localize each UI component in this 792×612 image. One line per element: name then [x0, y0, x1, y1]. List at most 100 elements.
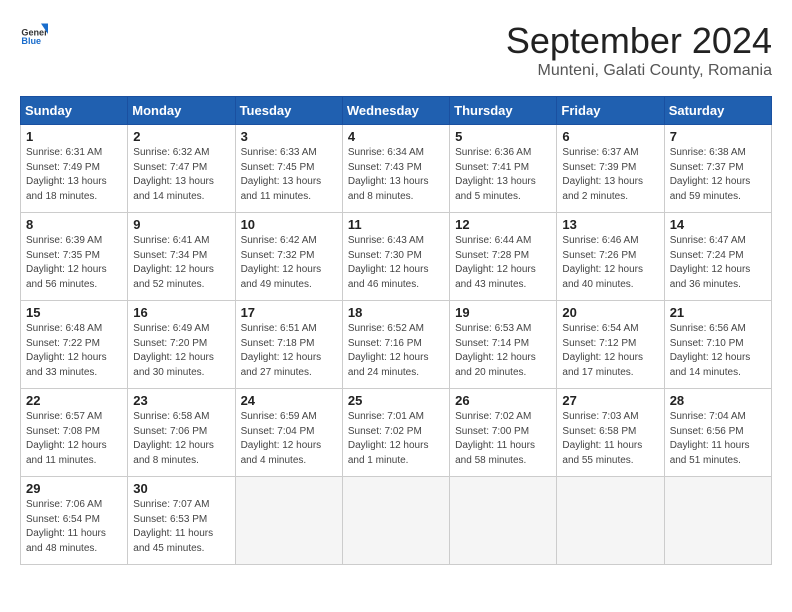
calendar-cell: 14 Sunrise: 6:47 AMSunset: 7:24 PMDayligh… [664, 213, 771, 301]
calendar-body: 1 Sunrise: 6:31 AMSunset: 7:49 PMDaylight… [21, 125, 772, 565]
day-info: Sunrise: 6:43 AMSunset: 7:30 PMDaylight:… [348, 234, 444, 292]
day-number: 27 [562, 393, 658, 408]
calendar-cell: 17 Sunrise: 6:51 AMSunset: 7:18 PMDayligh… [235, 301, 342, 389]
day-info: Sunrise: 6:44 AMSunset: 7:28 PMDaylight:… [455, 234, 551, 292]
day-number: 3 [241, 129, 337, 144]
calendar-header-row: SundayMondayTuesdayWednesdayThursdayFrid… [21, 97, 772, 125]
day-number: 12 [455, 217, 551, 232]
logo: General Blue [20, 20, 48, 48]
calendar-cell: 13 Sunrise: 6:46 AMSunset: 7:26 PMDayligh… [557, 213, 664, 301]
calendar-cell: 1 Sunrise: 6:31 AMSunset: 7:49 PMDaylight… [21, 125, 128, 213]
day-info: Sunrise: 6:34 AMSunset: 7:43 PMDaylight:… [348, 146, 444, 204]
day-number: 22 [26, 393, 122, 408]
day-number: 20 [562, 305, 658, 320]
day-number: 29 [26, 481, 122, 496]
calendar-cell: 22Sunrise: 6:57 AMSunset: 7:08 PMDayligh… [21, 389, 128, 477]
day-number: 25 [348, 393, 444, 408]
page-header: General Blue September 2024 Munteni, Gal… [20, 20, 772, 80]
calendar-cell: 3 Sunrise: 6:33 AMSunset: 7:45 PMDaylight… [235, 125, 342, 213]
day-info: Sunrise: 6:48 AMSunset: 7:22 PMDaylight:… [26, 322, 122, 380]
calendar-cell: 6 Sunrise: 6:37 AMSunset: 7:39 PMDaylight… [557, 125, 664, 213]
calendar-cell: 27 Sunrise: 7:03 AMSunset: 6:58 PMDayligh… [557, 389, 664, 477]
col-header-monday: Monday [128, 97, 235, 125]
calendar-cell: 30 Sunrise: 7:07 AMSunset: 6:53 PMDayligh… [128, 477, 235, 565]
day-info: Sunrise: 6:47 AMSunset: 7:24 PMDaylight:… [670, 234, 766, 292]
day-number: 8 [26, 217, 122, 232]
calendar-week-5: 29 Sunrise: 7:06 AMSunset: 6:54 PMDayligh… [21, 477, 772, 565]
calendar-week-1: 1 Sunrise: 6:31 AMSunset: 7:49 PMDaylight… [21, 125, 772, 213]
day-number: 16 [133, 305, 229, 320]
day-info: Sunrise: 6:36 AMSunset: 7:41 PMDaylight:… [455, 146, 551, 204]
day-number: 6 [562, 129, 658, 144]
day-number: 13 [562, 217, 658, 232]
day-info: Sunrise: 6:51 AMSunset: 7:18 PMDaylight:… [241, 322, 337, 380]
calendar-cell [664, 477, 771, 565]
col-header-sunday: Sunday [21, 97, 128, 125]
day-number: 21 [670, 305, 766, 320]
day-info: Sunrise: 6:46 AMSunset: 7:26 PMDaylight:… [562, 234, 658, 292]
day-info: Sunrise: 7:07 AMSunset: 6:53 PMDaylight:… [133, 498, 229, 556]
calendar-cell: 16 Sunrise: 6:49 AMSunset: 7:20 PMDayligh… [128, 301, 235, 389]
day-info: Sunrise: 7:01 AMSunset: 7:02 PMDaylight:… [348, 410, 444, 468]
day-number: 5 [455, 129, 551, 144]
calendar-cell: 24 Sunrise: 6:59 AMSunset: 7:04 PMDayligh… [235, 389, 342, 477]
day-number: 14 [670, 217, 766, 232]
day-info: Sunrise: 6:49 AMSunset: 7:20 PMDaylight:… [133, 322, 229, 380]
day-number: 11 [348, 217, 444, 232]
calendar-cell: 15 Sunrise: 6:48 AMSunset: 7:22 PMDayligh… [21, 301, 128, 389]
day-info: Sunrise: 7:06 AMSunset: 6:54 PMDaylight:… [26, 498, 122, 556]
calendar-cell: 8Sunrise: 6:39 AMSunset: 7:35 PMDaylight… [21, 213, 128, 301]
calendar-cell: 29 Sunrise: 7:06 AMSunset: 6:54 PMDayligh… [21, 477, 128, 565]
day-info: Sunrise: 7:03 AMSunset: 6:58 PMDaylight:… [562, 410, 658, 468]
day-info: Sunrise: 6:33 AMSunset: 7:45 PMDaylight:… [241, 146, 337, 204]
day-info: Sunrise: 6:32 AMSunset: 7:47 PMDaylight:… [133, 146, 229, 204]
calendar-cell [450, 477, 557, 565]
day-number: 17 [241, 305, 337, 320]
calendar-cell: 23Sunrise: 6:58 AMSunset: 7:06 PMDayligh… [128, 389, 235, 477]
day-info: Sunrise: 6:56 AMSunset: 7:10 PMDaylight:… [670, 322, 766, 380]
calendar-week-3: 15 Sunrise: 6:48 AMSunset: 7:22 PMDayligh… [21, 301, 772, 389]
calendar-cell: 4 Sunrise: 6:34 AMSunset: 7:43 PMDaylight… [342, 125, 449, 213]
col-header-wednesday: Wednesday [342, 97, 449, 125]
day-info: Sunrise: 6:52 AMSunset: 7:16 PMDaylight:… [348, 322, 444, 380]
calendar-cell: 10Sunrise: 6:42 AMSunset: 7:32 PMDayligh… [235, 213, 342, 301]
day-number: 26 [455, 393, 551, 408]
calendar-cell [342, 477, 449, 565]
calendar-cell: 7Sunrise: 6:38 AMSunset: 7:37 PMDaylight… [664, 125, 771, 213]
month-title: September 2024 [506, 20, 772, 62]
calendar-cell: 12 Sunrise: 6:44 AMSunset: 7:28 PMDayligh… [450, 213, 557, 301]
calendar-table: SundayMondayTuesdayWednesdayThursdayFrid… [20, 96, 772, 565]
logo-icon: General Blue [20, 20, 48, 48]
calendar-cell: 11 Sunrise: 6:43 AMSunset: 7:30 PMDayligh… [342, 213, 449, 301]
day-info: Sunrise: 6:54 AMSunset: 7:12 PMDaylight:… [562, 322, 658, 380]
calendar-cell: 5 Sunrise: 6:36 AMSunset: 7:41 PMDaylight… [450, 125, 557, 213]
day-info: Sunrise: 6:31 AMSunset: 7:49 PMDaylight:… [26, 146, 122, 204]
calendar-cell: 9Sunrise: 6:41 AMSunset: 7:34 PMDaylight… [128, 213, 235, 301]
day-number: 19 [455, 305, 551, 320]
day-info: Sunrise: 6:41 AMSunset: 7:34 PMDaylight:… [133, 234, 229, 292]
day-number: 4 [348, 129, 444, 144]
calendar-cell: 21 Sunrise: 6:56 AMSunset: 7:10 PMDayligh… [664, 301, 771, 389]
day-number: 7 [670, 129, 766, 144]
calendar-cell: 28Sunrise: 7:04 AMSunset: 6:56 PMDayligh… [664, 389, 771, 477]
day-number: 18 [348, 305, 444, 320]
svg-text:Blue: Blue [21, 36, 41, 46]
day-info: Sunrise: 6:37 AMSunset: 7:39 PMDaylight:… [562, 146, 658, 204]
day-number: 1 [26, 129, 122, 144]
col-header-friday: Friday [557, 97, 664, 125]
calendar-cell: 20 Sunrise: 6:54 AMSunset: 7:12 PMDayligh… [557, 301, 664, 389]
day-number: 24 [241, 393, 337, 408]
day-info: Sunrise: 7:04 AMSunset: 6:56 PMDaylight:… [670, 410, 766, 468]
calendar-cell: 2Sunrise: 6:32 AMSunset: 7:47 PMDaylight… [128, 125, 235, 213]
calendar-cell [557, 477, 664, 565]
calendar-cell [235, 477, 342, 565]
calendar-cell: 26Sunrise: 7:02 AMSunset: 7:00 PMDayligh… [450, 389, 557, 477]
day-number: 30 [133, 481, 229, 496]
day-number: 10 [241, 217, 337, 232]
day-number: 15 [26, 305, 122, 320]
calendar-cell: 19Sunrise: 6:53 AMSunset: 7:14 PMDayligh… [450, 301, 557, 389]
calendar-cell: 18 Sunrise: 6:52 AMSunset: 7:16 PMDayligh… [342, 301, 449, 389]
col-header-tuesday: Tuesday [235, 97, 342, 125]
day-info: Sunrise: 6:59 AMSunset: 7:04 PMDaylight:… [241, 410, 337, 468]
day-info: Sunrise: 6:58 AMSunset: 7:06 PMDaylight:… [133, 410, 229, 468]
